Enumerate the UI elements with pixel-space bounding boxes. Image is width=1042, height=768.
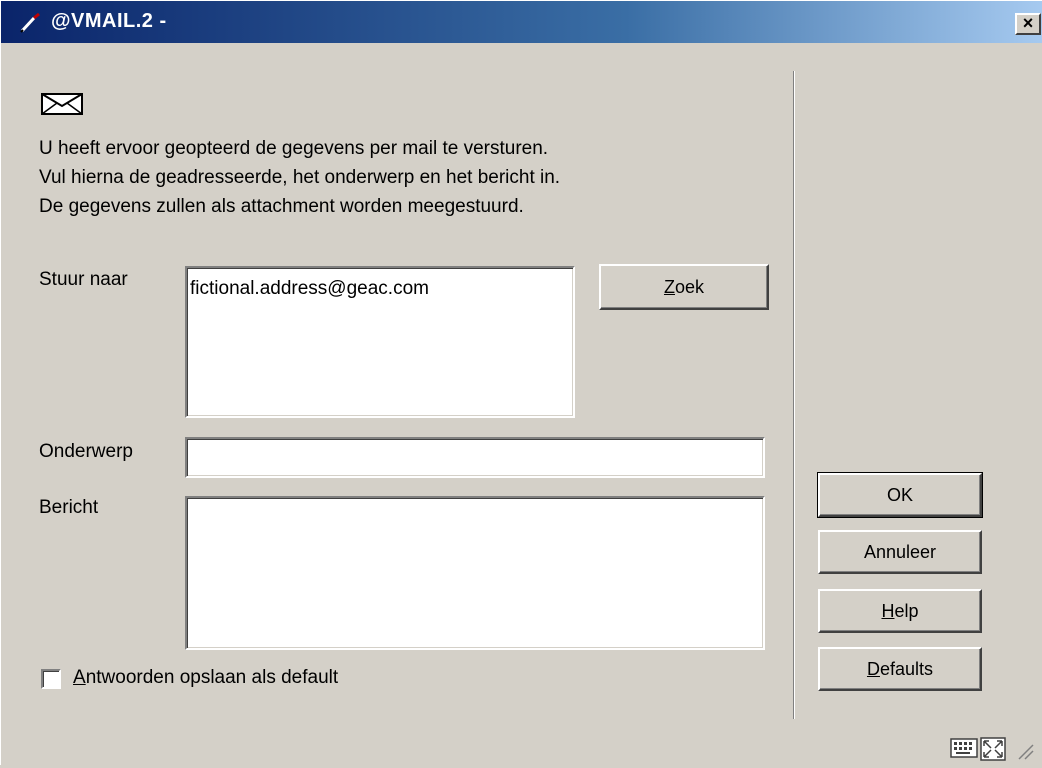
ok-button[interactable]: OK [817, 472, 983, 518]
message-field[interactable] [185, 496, 765, 650]
intro-line: Vul hierna de geadresseerde, het onderwe… [39, 167, 561, 188]
subject-field[interactable] [185, 437, 765, 478]
search-button[interactable]: Zoek [599, 264, 769, 310]
defaults-button[interactable]: Defaults [818, 647, 982, 691]
cancel-button-label: Annuleer [863, 541, 937, 562]
search-button-mnemonic: Z [663, 276, 675, 297]
close-button[interactable]: × [1015, 13, 1041, 35]
fullscreen-icon[interactable] [980, 737, 1006, 761]
help-button[interactable]: Help [818, 589, 982, 633]
envelope-icon [41, 93, 83, 115]
intro-text: U heeft ervoor geopteerd de gegevens per… [39, 134, 560, 221]
resize-icon[interactable] [1018, 744, 1034, 760]
help-button-mnemonic: H [881, 600, 895, 621]
window-title: @VMAIL.2 - [51, 10, 167, 32]
ok-button-label: OK [886, 484, 913, 505]
defaults-button-mnemonic: D [866, 658, 880, 679]
defaults-button-label: efaults [879, 658, 934, 679]
title-bar[interactable]: @VMAIL.2 - × [1, 1, 1042, 43]
status-icons [947, 735, 1037, 768]
save-defaults-checkbox[interactable] [41, 669, 61, 689]
to-field[interactable]: fictional.address@geac.com [185, 266, 575, 418]
dialog-window: @VMAIL.2 - × U heeft ervoor geopteerd de… [0, 0, 1042, 765]
to-label: Stuur naar [39, 269, 128, 290]
intro-line: De gegevens zullen als attachment worden… [39, 196, 524, 217]
close-icon: × [1022, 13, 1034, 33]
vertical-divider [793, 71, 795, 719]
save-defaults-mnemonic: A [73, 667, 86, 688]
keyboard-icon[interactable] [950, 738, 978, 758]
help-button-label: elp [894, 600, 919, 621]
message-label: Bericht [39, 497, 99, 518]
search-button-label: oek [674, 276, 705, 297]
save-defaults-label[interactable]: Antwoorden opslaan als default [73, 667, 338, 689]
pen-icon [20, 12, 40, 33]
cancel-button[interactable]: Annuleer [818, 530, 982, 574]
intro-line: U heeft ervoor geopteerd de gegevens per… [39, 138, 549, 159]
subject-label: Onderwerp [39, 441, 133, 462]
